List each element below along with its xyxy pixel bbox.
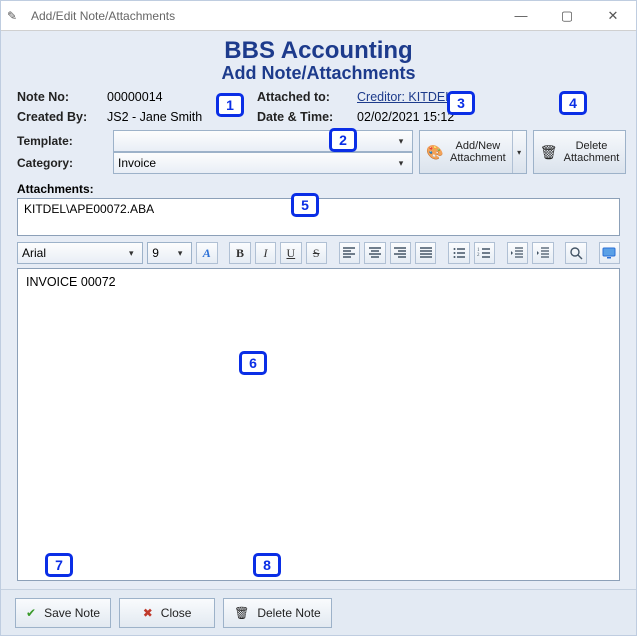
x-icon: ✖ — [143, 606, 153, 620]
attached-to-label: Attached to: — [257, 90, 357, 104]
created-by-label: Created By: — [17, 110, 107, 124]
save-note-button[interactable]: ✔ Save Note — [15, 598, 111, 628]
add-attachment-label: Add/New Attachment — [450, 140, 506, 164]
align-justify-button[interactable] — [415, 242, 436, 264]
attached-to-link[interactable]: Creditor: KITDEL — [357, 90, 452, 104]
chevron-down-icon: ▾ — [171, 245, 189, 261]
datetime-label: Date & Time: — [257, 110, 357, 124]
bullet-list-button[interactable] — [448, 242, 469, 264]
bottom-bar: ✔ Save Note ✖ Close 🗑 Delete Note — [1, 589, 636, 635]
delete-attachment-label: Delete Attachment — [564, 140, 620, 164]
font-color-button[interactable]: A — [196, 242, 217, 264]
datetime-value: 02/02/2021 15:12 — [357, 110, 537, 124]
attachments-list[interactable]: KITDEL\APE00072.ABA — [17, 198, 620, 236]
save-note-label: Save Note — [44, 606, 100, 620]
delete-note-label: Delete Note — [257, 606, 320, 620]
template-combo[interactable]: ▾ — [113, 130, 413, 152]
note-editor[interactable]: INVOICE 00072 — [17, 268, 620, 581]
category-label: Category: — [17, 156, 107, 170]
zoom-button[interactable] — [565, 242, 586, 264]
page-subtitle: Add Note/Attachments — [17, 63, 620, 84]
titlebar: ✎ Add/Edit Note/Attachments — ▢ ✕ — [1, 1, 636, 31]
close-label: Close — [161, 606, 192, 620]
chevron-down-icon: ▾ — [122, 245, 140, 261]
category-value: Invoice — [118, 156, 156, 170]
bold-button[interactable]: B — [229, 242, 250, 264]
strike-button[interactable]: S — [306, 242, 327, 264]
screen-button[interactable] — [599, 242, 620, 264]
align-center-button[interactable] — [364, 242, 385, 264]
template-row: Template: ▾ 🎨 Add/New Attachment ▾ 🗑 — [17, 130, 620, 174]
indent-button[interactable] — [532, 242, 553, 264]
created-by-value: JS2 - Jane Smith — [107, 110, 257, 124]
close-window-button[interactable]: ✕ — [590, 1, 636, 30]
chevron-down-icon: ▾ — [392, 155, 410, 171]
trash-icon: 🗑 — [540, 143, 558, 161]
add-attachment-dropdown[interactable]: ▾ — [512, 131, 526, 173]
underline-button[interactable]: U — [280, 242, 301, 264]
align-left-button[interactable] — [339, 242, 360, 264]
app-icon: ✎ — [7, 7, 25, 25]
svg-text:2: 2 — [477, 253, 480, 258]
number-list-button[interactable]: 12 — [474, 242, 495, 264]
italic-button[interactable]: I — [255, 242, 276, 264]
note-no-value: 00000014 — [107, 90, 257, 104]
delete-note-icon: 🗑 — [234, 606, 249, 620]
app-heading: BBS Accounting — [17, 37, 620, 65]
font-value: Arial — [22, 246, 46, 260]
content: 1 2 3 4 5 6 7 8 BBS Accounting Add Note/… — [1, 31, 636, 589]
font-size-combo[interactable]: 9 ▾ — [147, 242, 192, 264]
palette-icon: 🎨 — [426, 143, 444, 161]
category-combo[interactable]: Invoice ▾ — [113, 152, 413, 174]
template-label: Template: — [17, 134, 107, 148]
add-attachment-button[interactable]: 🎨 Add/New Attachment ▾ — [419, 130, 527, 174]
font-size-value: 9 — [152, 246, 159, 260]
delete-note-button[interactable]: 🗑 Delete Note — [223, 598, 332, 628]
window-title: Add/Edit Note/Attachments — [31, 9, 498, 23]
check-icon: ✔ — [26, 606, 36, 620]
align-right-button[interactable] — [390, 242, 411, 264]
close-button[interactable]: ✖ Close — [119, 598, 215, 628]
maximize-button[interactable]: ▢ — [544, 1, 590, 30]
chevron-down-icon: ▾ — [392, 133, 410, 149]
formatting-toolbar: Arial ▾ 9 ▾ A B I U S 12 — [17, 242, 620, 264]
minimize-button[interactable]: — — [498, 1, 544, 30]
attachments-label: Attachments: — [17, 182, 620, 196]
delete-attachment-button[interactable]: 🗑 Delete Attachment — [533, 130, 627, 174]
info-grid: Note No: 00000014 Attached to: Creditor:… — [17, 90, 620, 124]
font-combo[interactable]: Arial ▾ — [17, 242, 143, 264]
outdent-button[interactable] — [507, 242, 528, 264]
window: ✎ Add/Edit Note/Attachments — ▢ ✕ 1 2 3 … — [0, 0, 637, 636]
attachment-item[interactable]: KITDEL\APE00072.ABA — [24, 202, 613, 216]
note-no-label: Note No: — [17, 90, 107, 104]
editor-body: INVOICE 00072 — [26, 275, 611, 289]
window-controls: — ▢ ✕ — [498, 1, 636, 30]
